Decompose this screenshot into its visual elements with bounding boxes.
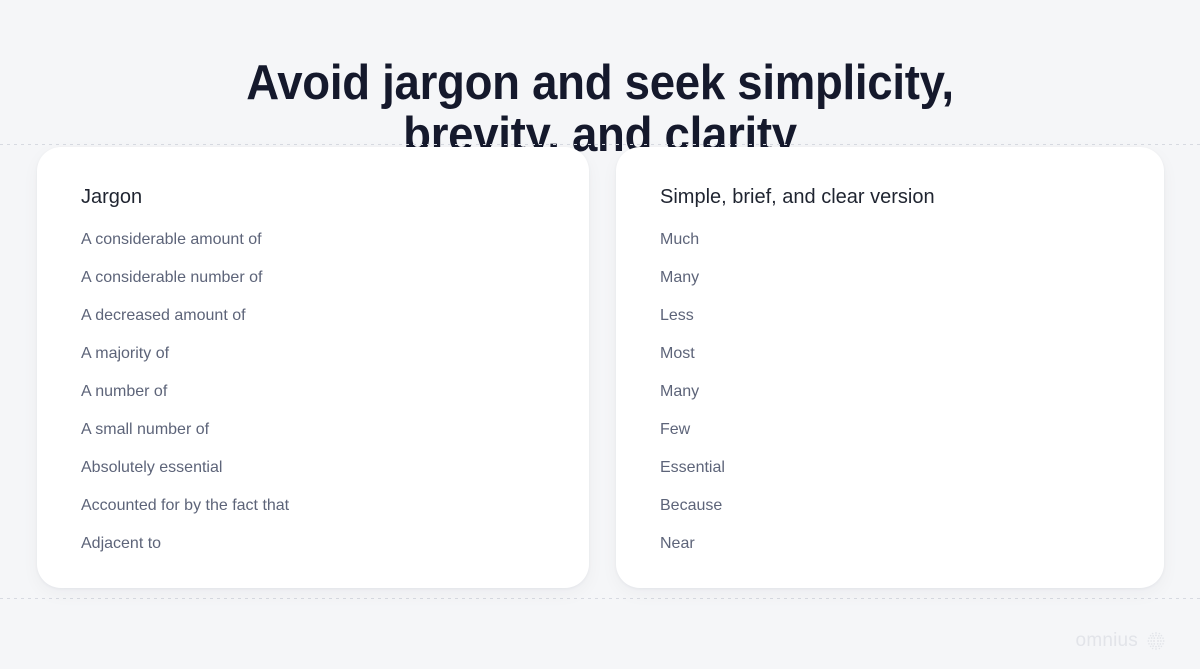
plain-language-card: Simple, brief, and clear version Much Ma…	[616, 147, 1164, 588]
list-item: Near	[660, 535, 695, 552]
dotted-guide-line-top	[0, 144, 1200, 145]
dot-sphere-icon	[1145, 630, 1167, 652]
list-item: Most	[660, 345, 695, 362]
list-item: Less	[660, 307, 694, 324]
list-item: A decreased amount of	[81, 307, 246, 324]
jargon-card: Jargon A considerable amount of A consid…	[37, 147, 589, 588]
jargon-card-heading: Jargon	[81, 186, 143, 208]
page-title: Avoid jargon and seek simplicity, brevit…	[42, 57, 1158, 161]
plain-language-card-heading: Simple, brief, and clear version	[660, 186, 935, 208]
list-item: Much	[660, 231, 700, 248]
brand-logo: omnius	[1076, 630, 1167, 652]
list-item: Many	[660, 269, 700, 286]
list-item: A majority of	[81, 345, 170, 362]
list-item: Essential	[660, 459, 725, 476]
comparison-cards: Jargon A considerable amount of A consid…	[37, 147, 1164, 588]
list-item: Few	[660, 421, 691, 438]
page-title-line-1: Avoid jargon and seek simplicity,	[246, 55, 954, 110]
list-item: Accounted for by the fact that	[81, 497, 290, 514]
plain-language-term-list: Much Many Less Most Many Few Essential B…	[660, 229, 1120, 571]
brand-wordmark: omnius	[1075, 630, 1138, 651]
list-item: A considerable amount of	[81, 231, 262, 248]
list-item: Absolutely essential	[81, 459, 223, 476]
list-item: A considerable number of	[81, 269, 263, 286]
list-item: Because	[660, 497, 723, 514]
list-item: A small number of	[81, 421, 210, 438]
jargon-term-list: A considerable amount of A considerable …	[81, 229, 545, 571]
list-item: A number of	[81, 383, 168, 400]
list-item: Adjacent to	[81, 535, 162, 552]
list-item: Many	[660, 383, 700, 400]
dotted-guide-line-bottom	[0, 598, 1200, 599]
